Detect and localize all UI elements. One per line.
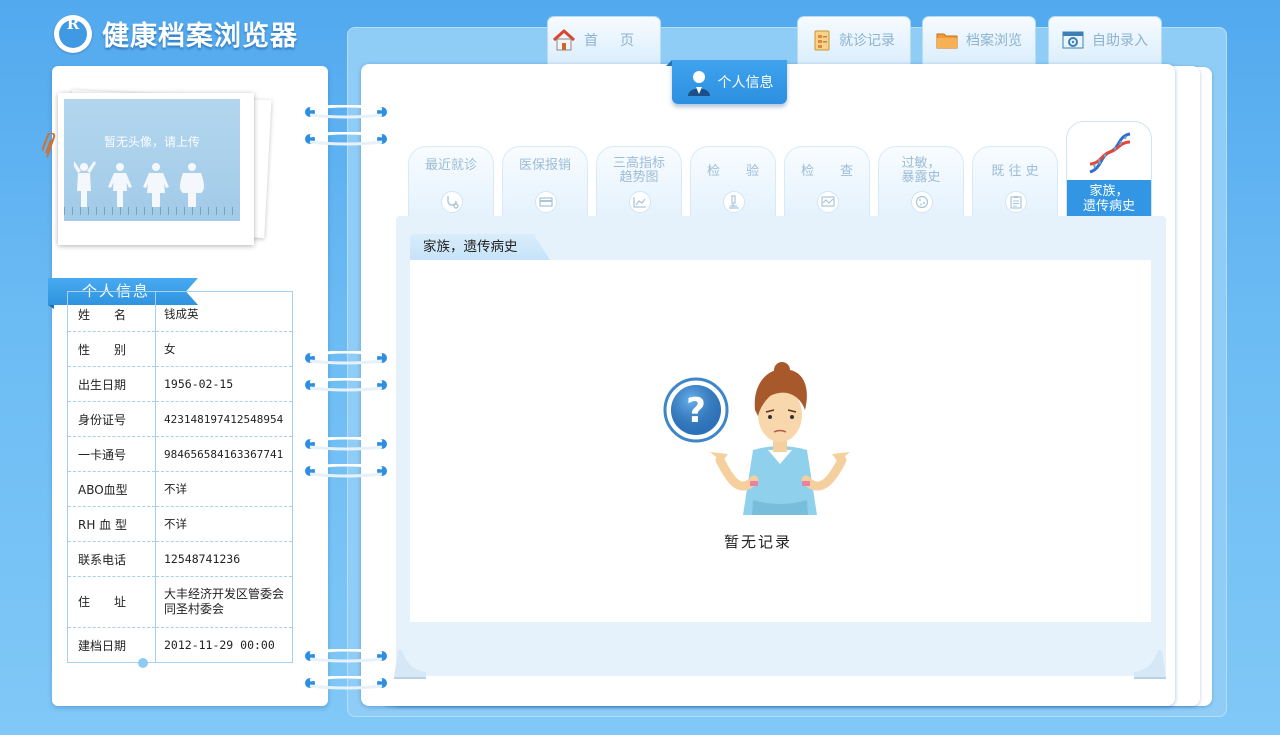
personal-info-table: 姓 名钱成英 性 别女 出生日期 1956-02-15 身份证号 423148197… xyxy=(67,291,293,663)
tab-visit-records[interactable]: 就诊记录 xyxy=(797,16,911,64)
table-row: RH 血 型不详 xyxy=(67,506,293,542)
app-title: 健康档案浏览器 xyxy=(102,21,298,52)
table-row: 身份证号 423148197412548954 xyxy=(67,401,293,437)
logo-icon: R xyxy=(54,14,92,53)
page-corner-right xyxy=(1134,650,1166,679)
avatar-photo[interactable]: 暂无头像，请上传 xyxy=(58,93,254,245)
card-icon xyxy=(535,191,557,213)
records-icon xyxy=(813,29,831,51)
field-label: 一卡通号 xyxy=(67,436,156,472)
field-value: 大丰经济开发区管委会同圣村委会 xyxy=(155,576,293,628)
table-row: 出生日期 1956-02-15 xyxy=(67,366,293,402)
doctor-avatar-icon xyxy=(686,68,712,96)
home-icon xyxy=(552,29,576,51)
tab-home[interactable]: 首页 xyxy=(547,16,661,64)
field-value: 984656584163367741 xyxy=(155,436,293,472)
subtab-insurance[interactable]: 医保报销 xyxy=(502,146,588,218)
table-row: 联系电话 12548741236 xyxy=(67,541,293,577)
chart-icon xyxy=(629,191,651,213)
subtab-allergy[interactable]: 过敏， 暴露史 xyxy=(878,146,964,218)
field-label: 性 别 xyxy=(67,331,156,367)
field-label: 联系电话 xyxy=(67,541,156,577)
tab-archive-browse[interactable]: 档案浏览 xyxy=(922,16,1036,64)
binder-ring xyxy=(305,105,387,119)
field-value: 不详 xyxy=(155,471,293,507)
paperclip-icon xyxy=(42,133,56,158)
binder-ring xyxy=(305,437,387,451)
field-label: 姓 名 xyxy=(67,291,156,332)
binder-ring xyxy=(305,464,387,478)
page-corner-left xyxy=(394,650,426,679)
subtab-lab-tests[interactable]: 检 验 xyxy=(690,146,776,218)
binder-ring xyxy=(305,378,387,392)
field-label: RH 血 型 xyxy=(67,506,156,542)
field-label: 住 址 xyxy=(67,576,156,628)
avatar-placeholder: 暂无头像，请上传 xyxy=(64,99,240,221)
subtab-family-history[interactable]: 家族， 遗传病史 xyxy=(1066,121,1152,218)
table-row: 住 址大丰经济开发区管委会同圣村委会 xyxy=(67,576,293,628)
table-row: 建档日期 2012-11-29 00:00 xyxy=(67,627,293,663)
binder-ring xyxy=(305,351,387,365)
subtab-past-history[interactable]: 既 往 史 xyxy=(972,146,1058,218)
allergy-icon xyxy=(911,191,933,213)
field-value: 钱成英 xyxy=(155,291,293,332)
field-value: 423148197412548954 xyxy=(155,401,293,437)
binder-ring xyxy=(305,132,387,146)
microscope-icon xyxy=(723,191,745,213)
binder-ring xyxy=(305,649,387,663)
app-logo: R 健康档案浏览器 xyxy=(54,14,298,53)
ribbon-fold xyxy=(48,305,54,309)
subtab-recent-visit[interactable]: 最近就诊 xyxy=(408,146,494,218)
clipboard-icon xyxy=(1005,191,1027,213)
field-label: ABO血型 xyxy=(67,471,156,507)
stethoscope-icon xyxy=(441,191,463,213)
binder-ring xyxy=(305,676,387,690)
no-record-illustration: ? xyxy=(660,360,860,524)
decor-dot xyxy=(138,658,148,668)
people-figures xyxy=(74,161,204,207)
empty-state-text: 暂无记录 xyxy=(723,533,792,551)
table-row: ABO血型 不详 xyxy=(67,471,293,507)
field-value: 12548741236 xyxy=(155,541,293,577)
tab-personal-info[interactable]: 个人信息 xyxy=(666,60,787,104)
field-value: 2012-11-29 00:00 xyxy=(164,638,275,652)
content-tab-title: 家族，遗传病史 xyxy=(410,234,550,260)
monitor-icon xyxy=(817,191,839,213)
settings-window-icon xyxy=(1062,30,1084,50)
subtab-examinations[interactable]: 检 查 xyxy=(784,146,870,218)
ruler xyxy=(64,207,240,215)
dna-icon xyxy=(1086,130,1134,180)
field-label: 身份证号 xyxy=(67,401,156,437)
subtab-trend-chart[interactable]: 三高指标 趋势图 xyxy=(596,146,682,218)
svg-text:?: ? xyxy=(686,391,706,431)
field-value: 女 xyxy=(155,331,293,367)
folder-icon xyxy=(936,31,958,49)
table-row: 一卡通号 984656584163367741 xyxy=(67,436,293,472)
field-value: 不详 xyxy=(155,506,293,542)
table-row: 性 别女 xyxy=(67,331,293,367)
field-value: 1956-02-15 xyxy=(155,366,293,402)
tab-self-entry[interactable]: 自助录入 xyxy=(1048,16,1162,64)
avatar-upload-tip: 暂无头像，请上传 xyxy=(103,135,200,149)
table-row: 姓 名钱成英 xyxy=(67,291,293,332)
field-label: 出生日期 xyxy=(67,366,156,402)
